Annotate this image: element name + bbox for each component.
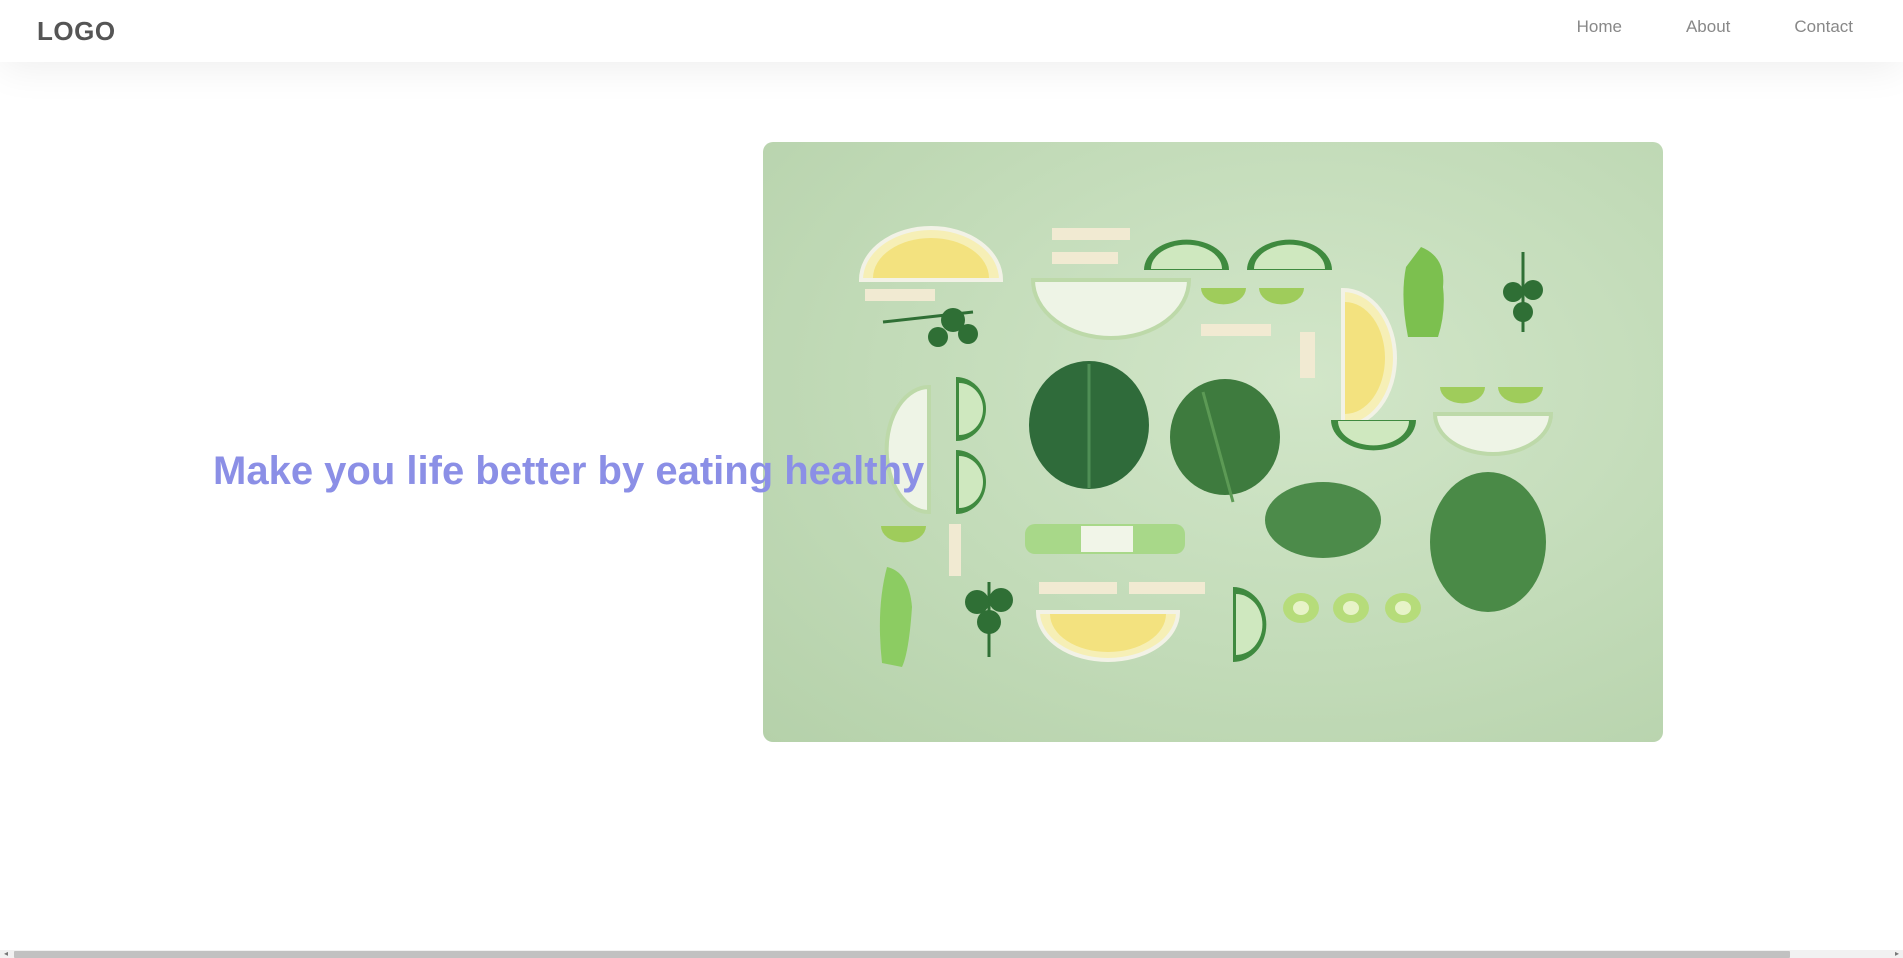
lemon-slice [858,226,1004,282]
celery-stick [865,289,935,301]
page: LOGO Home About Contact Make you life be… [0,0,1903,958]
scrollbar-thumb[interactable] [14,951,1790,958]
navbar: LOGO Home About Contact [0,0,1903,62]
scroll-right-arrow-icon[interactable]: ▸ [1891,950,1903,958]
hero-image [763,142,1663,742]
hero-title: Make you life better by eating healthy [213,449,925,493]
nav-links: Home About Contact [1513,17,1853,37]
vegetables-flatlay-illustration [858,226,1554,667]
nav-link-about[interactable]: About [1686,17,1730,37]
horizontal-scrollbar[interactable]: ◂ ▸ [0,950,1903,958]
logo[interactable]: LOGO [37,16,116,47]
nav-link-contact[interactable]: Contact [1794,17,1853,37]
nav-link-home[interactable]: Home [1577,17,1622,37]
scroll-left-arrow-icon[interactable]: ◂ [0,950,12,958]
hero-section: Make you life better by eating healthy [0,62,1903,942]
